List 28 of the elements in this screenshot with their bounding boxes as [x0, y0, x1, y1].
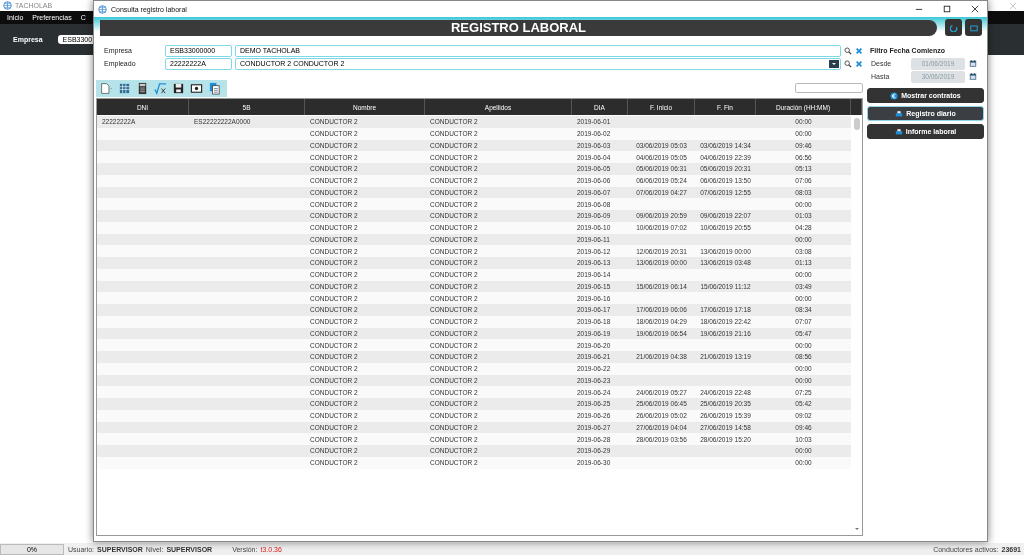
clear-icon[interactable] — [855, 46, 863, 55]
dropdown-arrow-icon[interactable] — [829, 59, 839, 68]
calendar-icon[interactable] — [969, 59, 977, 68]
calculator-icon[interactable] — [136, 81, 149, 95]
printer-icon — [894, 127, 903, 136]
header-banner: REGISTRO LABORAL — [100, 19, 937, 36]
calendar-icon[interactable] — [969, 72, 977, 81]
euro-icon — [890, 91, 899, 100]
scrollbar-thumb[interactable] — [853, 118, 860, 130]
printer-icon — [895, 109, 904, 118]
copy-icon[interactable] — [208, 81, 221, 95]
globe-icon — [3, 1, 12, 10]
search-field[interactable] — [795, 83, 863, 93]
search-icon[interactable] — [844, 46, 852, 55]
search-icon[interactable] — [844, 59, 852, 68]
clear-icon[interactable] — [855, 59, 863, 68]
refresh-icon — [949, 23, 958, 32]
folder-icon — [969, 23, 978, 32]
maximize-icon[interactable] — [943, 5, 951, 13]
refresh-button[interactable] — [945, 19, 962, 36]
folder-button[interactable] — [965, 19, 982, 36]
formula-icon[interactable] — [154, 81, 167, 95]
image-icon[interactable] — [190, 81, 203, 95]
new-document-icon[interactable] — [100, 81, 113, 95]
spreadsheet-icon[interactable] — [118, 81, 131, 95]
globe-icon — [98, 4, 107, 14]
save-icon[interactable] — [172, 81, 185, 95]
close-icon[interactable] — [971, 5, 979, 13]
